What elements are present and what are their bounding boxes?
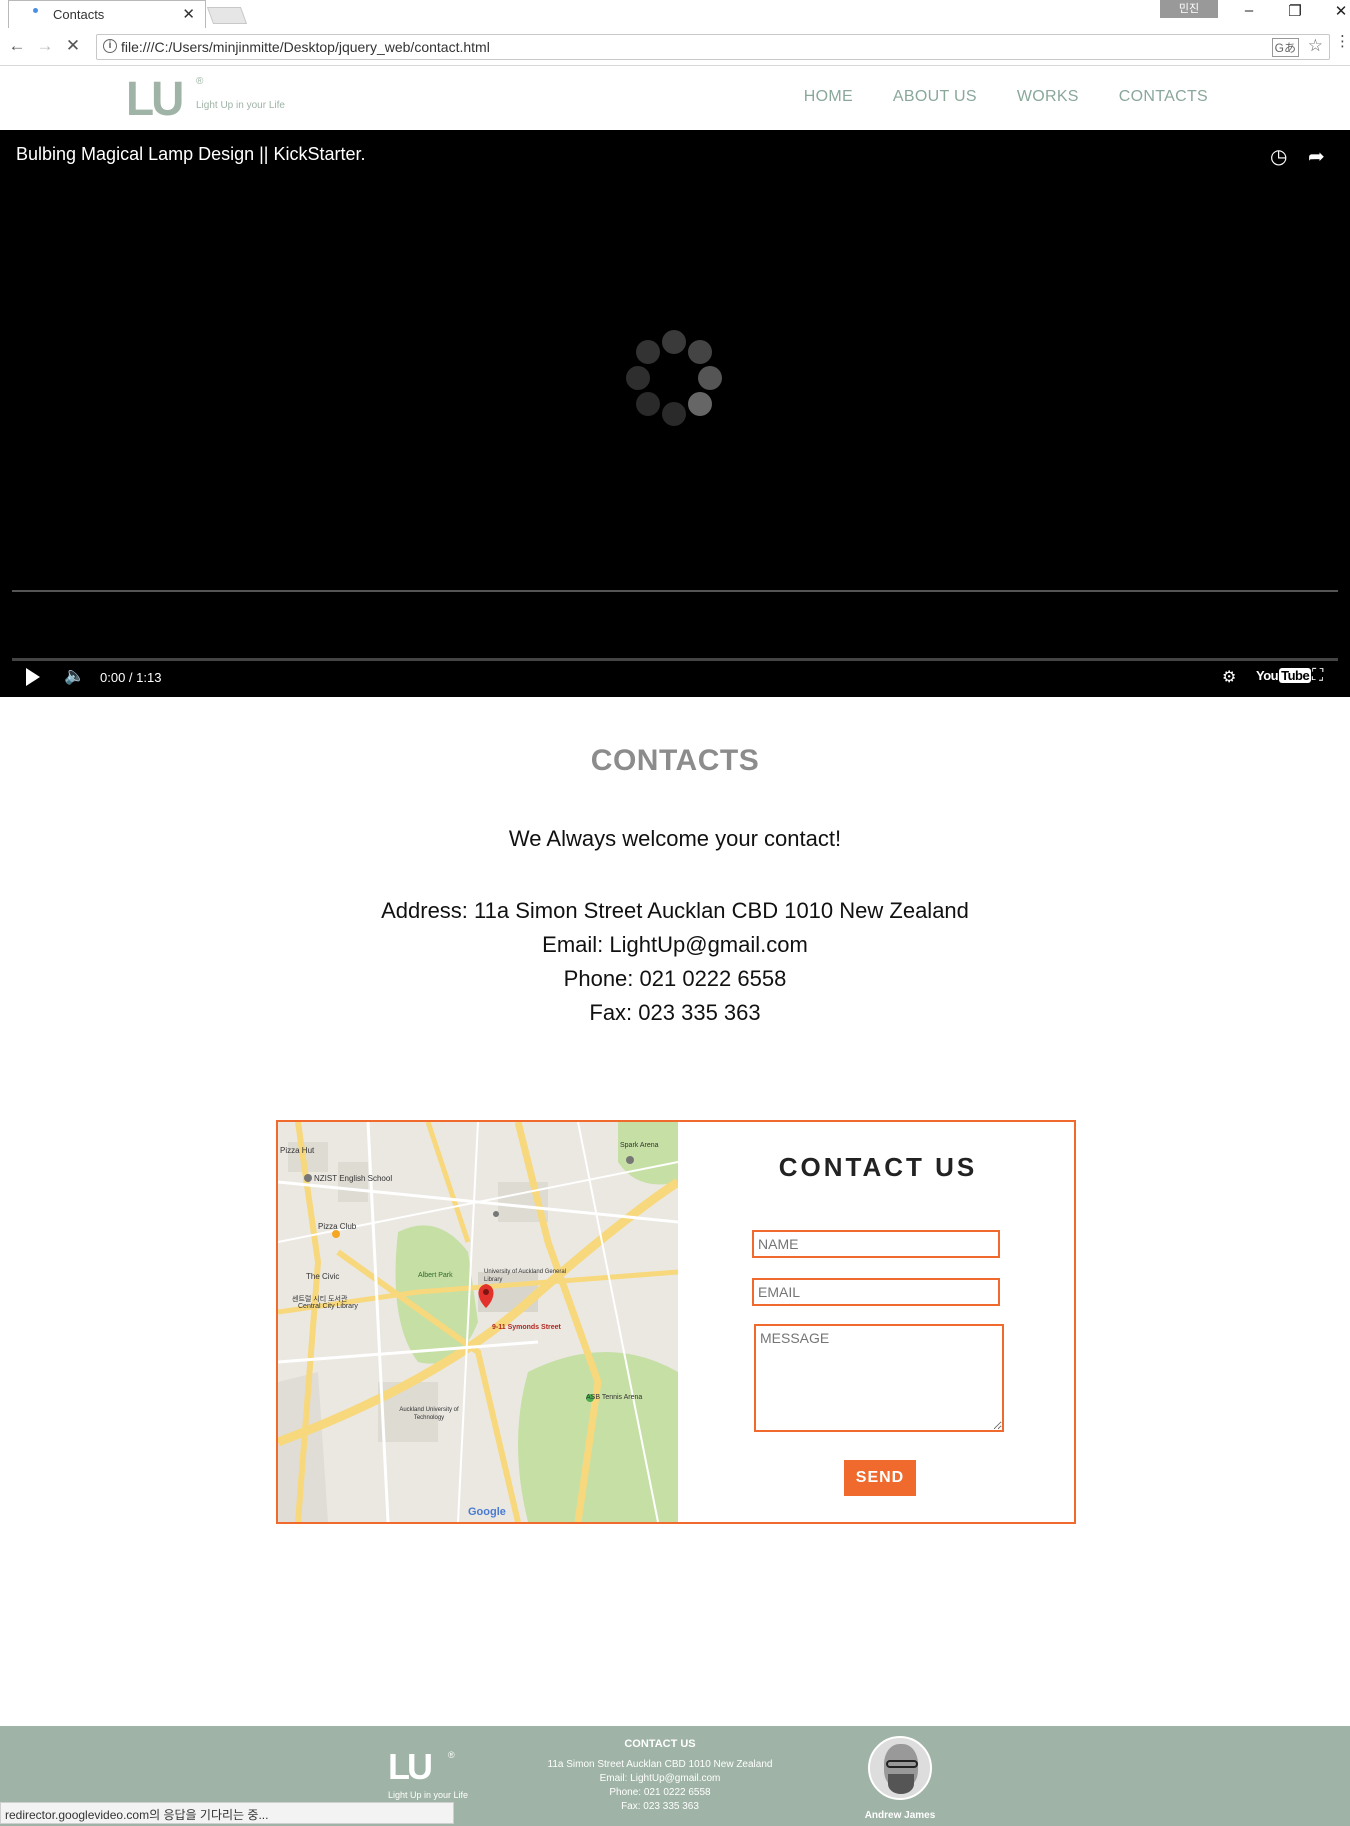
video-buffer-line: [12, 590, 1338, 592]
tab-title: Contacts: [53, 7, 105, 22]
logo-tagline: Light Up in your Life: [196, 100, 285, 111]
footer-address: 11a Simon Street Aucklan CBD 1010 New Ze…: [547, 1759, 773, 1770]
browser-tab[interactable]: Contacts ✕: [8, 0, 206, 28]
map-label-univ-library: University of Auckland General Library: [484, 1269, 567, 1283]
translate-icon[interactable]: Gあ: [1271, 38, 1299, 57]
settings-gear-icon[interactable]: ⚙: [1222, 667, 1236, 687]
youtube-logo-tube: Tube: [1279, 668, 1312, 683]
new-tab-button[interactable]: [206, 7, 248, 24]
nav-contacts[interactable]: CONTACTS: [1119, 88, 1208, 106]
address-line: Address: 11a Simon Street Aucklan CBD 10…: [381, 898, 969, 923]
map-label-the-civic: The Civic: [306, 1272, 340, 1281]
fullscreen-icon[interactable]: ⛶: [1312, 667, 1323, 685]
browser-menu-icon[interactable]: ⋮: [1335, 32, 1350, 50]
site-info-icon[interactable]: i: [103, 39, 117, 53]
video-time: 0:00 / 1:13: [100, 670, 162, 685]
forward-icon[interactable]: →: [34, 36, 56, 56]
contact-form-title: CONTACT US: [778, 1152, 978, 1182]
nav-works[interactable]: WORKS: [1017, 88, 1079, 106]
youtube-logo-you: You: [1256, 668, 1279, 683]
logo-registered: ®: [196, 76, 204, 87]
contact-box: Pizza Hut NZIST English School Pizza Clu…: [276, 1120, 1076, 1524]
site-logo[interactable]: LU ® Light Up in your Life: [126, 70, 285, 126]
share-icon[interactable]: ➦: [1308, 144, 1325, 169]
omnibox[interactable]: i file:///C:/Users/minjinmitte/Desktop/j…: [96, 34, 1330, 60]
nav-about-us[interactable]: ABOUT US: [893, 88, 977, 106]
play-icon[interactable]: [26, 668, 40, 686]
welcome-text: We Always welcome your contact!: [508, 826, 842, 851]
footer-logo-mark: LU: [388, 1746, 433, 1787]
map-label-albert-park: Albert Park: [418, 1272, 453, 1279]
footer-logo-tagline: Light Up in your Life: [388, 1790, 469, 1800]
tab-close-icon[interactable]: ✕: [182, 5, 195, 23]
footer-logo[interactable]: LU ® Light Up in your Life: [388, 1749, 468, 1801]
bookmark-star-icon[interactable]: ☆: [1308, 36, 1323, 56]
send-button[interactable]: SEND: [844, 1460, 916, 1496]
main-nav: HOME ABOUT US WORKS CONTACTS: [804, 88, 1208, 106]
back-icon[interactable]: ←: [6, 36, 28, 56]
video-title[interactable]: Bulbing Magical Lamp Design || KickStart…: [16, 144, 366, 165]
phone-line: Phone: 021 0222 6558: [563, 966, 787, 991]
video-progress-bar[interactable]: [12, 658, 1338, 661]
avatar: [868, 1736, 932, 1800]
avatar-name: Andrew James: [864, 1810, 936, 1821]
fax-line: Fax: 023 335 363: [589, 1000, 761, 1025]
map-label-central-city-library: Central City Library: [298, 1303, 358, 1310]
footer-email: Email: LightUp@gmail.com: [599, 1773, 721, 1784]
volume-icon[interactable]: 🔈: [64, 666, 85, 686]
footer-heading: CONTACT US: [624, 1738, 696, 1750]
map-label-aut: Auckland University of Technology: [399, 1407, 459, 1421]
browser-tab-bar: Contacts ✕ 민진 – ❐ ✕: [0, 0, 1350, 28]
map-label-pizza-hut: Pizza Hut: [280, 1146, 315, 1155]
restore-icon[interactable]: ❐: [1280, 2, 1310, 20]
nav-home[interactable]: HOME: [804, 88, 853, 106]
loading-icon: [33, 8, 38, 13]
watch-later-icon[interactable]: ◷: [1270, 144, 1287, 169]
email-line: Email: LightUp@gmail.com: [542, 932, 808, 957]
stop-loading-icon[interactable]: ✕: [62, 36, 84, 56]
window-close-icon[interactable]: ✕: [1326, 2, 1350, 20]
map-label-asb-tennis: ASB Tennis Arena: [586, 1394, 643, 1401]
map-label-pizza-club: Pizza Club: [318, 1222, 357, 1231]
footer-contact-info: CONTACT US 11a Simon Street Aucklan CBD …: [540, 1738, 780, 1814]
video-player[interactable]: Bulbing Magical Lamp Design || KickStart…: [0, 130, 1350, 697]
footer-phone: Phone: 021 0222 6558: [609, 1787, 711, 1798]
profile-button[interactable]: 민진: [1160, 0, 1218, 18]
footer-fax: Fax: 023 335 363: [621, 1801, 699, 1812]
footer-logo-registered: ®: [448, 1750, 455, 1760]
map-label-spark-arena: Spark Arena: [620, 1142, 659, 1149]
site-header: LU ® Light Up in your Life HOME ABOUT US…: [0, 66, 1350, 130]
map-label-nzist: NZIST English School: [314, 1174, 393, 1183]
loading-spinner-icon: [624, 330, 724, 430]
youtube-logo-icon[interactable]: You Tube: [1256, 668, 1312, 683]
message-field[interactable]: [754, 1324, 1004, 1432]
email-field[interactable]: [752, 1278, 1000, 1306]
contact-details: Address: 11a Simon Street Aucklan CBD 10…: [0, 894, 1350, 1030]
minimize-icon[interactable]: –: [1234, 2, 1264, 19]
url-text[interactable]: file:///C:/Users/minjinmitte/Desktop/jqu…: [121, 39, 490, 55]
logo-mark: LU: [126, 70, 184, 126]
address-toolbar: ← → ✕ i file:///C:/Users/minjinmitte/Des…: [0, 28, 1350, 66]
browser-status-bar: redirector.googlevideo.com의 응답을 기다리는 중..…: [0, 1802, 454, 1824]
contacts-heading: CONTACTS: [590, 744, 760, 777]
google-map[interactable]: Pizza Hut NZIST English School Pizza Clu…: [278, 1122, 678, 1522]
google-logo[interactable]: Google: [468, 1506, 506, 1518]
map-marker-label: 9-11 Symonds Street: [492, 1324, 561, 1331]
name-field[interactable]: [752, 1230, 1000, 1258]
